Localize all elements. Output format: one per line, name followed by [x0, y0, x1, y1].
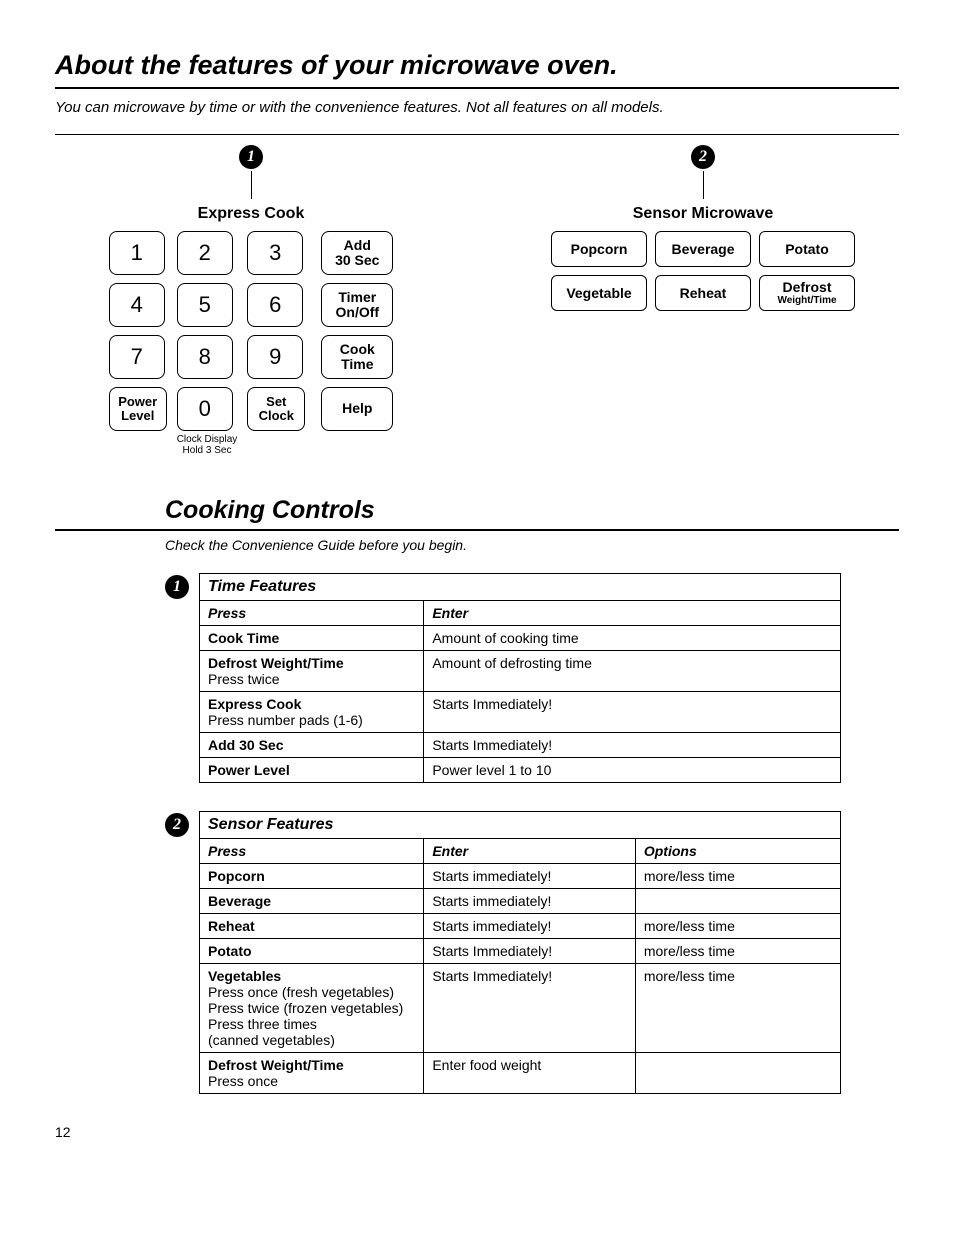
label: Set: [266, 395, 286, 409]
label: Cook: [340, 342, 375, 357]
key-beverage[interactable]: Beverage: [655, 231, 751, 267]
col-enter: Enter: [424, 839, 636, 864]
sensor-features-section: 2 Sensor Features Press Enter Options Po…: [55, 811, 899, 1094]
key-5[interactable]: 5: [177, 283, 233, 327]
callout-1: 1: [239, 145, 263, 169]
label: Timer: [338, 290, 376, 305]
col-press: Press: [200, 839, 424, 864]
express-cook-panel: 1 Express Cook 1 4 7 Power Level 2 5 8: [55, 145, 447, 456]
callout-line: [703, 171, 704, 199]
table-row: Express CookPress number pads (1-6) Star…: [200, 692, 841, 733]
sensor-microwave-title: Sensor Microwave: [633, 205, 774, 223]
express-cook-title: Express Cook: [198, 205, 305, 223]
page-title: About the features of your microwave ove…: [55, 50, 899, 89]
table-row: Defrost Weight/TimePress twice Amount of…: [200, 651, 841, 692]
key-6[interactable]: 6: [247, 283, 303, 327]
cooking-controls-title: Cooking Controls: [55, 496, 899, 531]
intro-text: You can microwave by time or with the co…: [55, 99, 899, 116]
label: Weight/Time: [777, 296, 836, 306]
table-row: Vegetables Press once (fresh vegetables)…: [200, 964, 841, 1053]
key-1[interactable]: 1: [109, 231, 165, 275]
key-help[interactable]: Help: [321, 387, 393, 431]
key-popcorn[interactable]: Popcorn: [551, 231, 647, 267]
label: Level: [121, 409, 154, 423]
key-9[interactable]: 9: [247, 335, 303, 379]
key-0[interactable]: 0: [177, 387, 233, 431]
key-vegetable[interactable]: Vegetable: [551, 275, 647, 311]
key-reheat[interactable]: Reheat: [655, 275, 751, 311]
table-row: Cook Time Amount of cooking time: [200, 626, 841, 651]
label: Clock: [259, 409, 294, 423]
panels: 1 Express Cook 1 4 7 Power Level 2 5 8: [55, 134, 899, 456]
table-row: PotatoStarts Immediately!more/less time: [200, 939, 841, 964]
label: 30 Sec: [335, 253, 379, 268]
label: Power: [118, 395, 157, 409]
table-row: Add 30 Sec Starts Immediately!: [200, 733, 841, 758]
time-features-table: Time Features Press Enter Cook Time Amou…: [199, 573, 841, 783]
key-timer[interactable]: Timer On/Off: [321, 283, 393, 327]
table-row: Power Level Power level 1 to 10: [200, 758, 841, 783]
keypad: 1 4 7 Power Level 2 5 8 0 Clock Display: [109, 231, 394, 456]
table-title: Sensor Features: [200, 812, 841, 839]
page-number: 12: [55, 1124, 899, 1140]
clock-display-hint: Clock Display Hold 3 Sec: [177, 434, 238, 456]
callout-2: 2: [691, 145, 715, 169]
time-features-section: 1 Time Features Press Enter Cook Time Am…: [55, 573, 899, 783]
key-4[interactable]: 4: [109, 283, 165, 327]
label: Add: [344, 238, 371, 253]
key-set-clock[interactable]: Set Clock: [247, 387, 305, 431]
label: Time: [341, 357, 373, 372]
callout-line: [251, 171, 252, 199]
sensor-grid: Popcorn Beverage Potato Vegetable Reheat…: [551, 231, 855, 311]
table-row: BeverageStarts immediately!: [200, 889, 841, 914]
key-8[interactable]: 8: [177, 335, 233, 379]
callout-1-table: 1: [165, 575, 189, 599]
key-add-30-sec[interactable]: Add 30 Sec: [321, 231, 393, 275]
key-cook-time[interactable]: Cook Time: [321, 335, 393, 379]
key-power-level[interactable]: Power Level: [109, 387, 167, 431]
key-3[interactable]: 3: [247, 231, 303, 275]
col-press: Press: [200, 601, 424, 626]
label: On/Off: [336, 305, 380, 320]
cooking-controls-note: Check the Convenience Guide before you b…: [55, 537, 899, 553]
col-options: Options: [635, 839, 840, 864]
key-2[interactable]: 2: [177, 231, 233, 275]
callout-2-table: 2: [165, 813, 189, 837]
table-row: PopcornStarts immediately!more/less time: [200, 864, 841, 889]
key-potato[interactable]: Potato: [759, 231, 855, 267]
table-row: ReheatStarts immediately!more/less time: [200, 914, 841, 939]
col-enter: Enter: [424, 601, 841, 626]
key-7[interactable]: 7: [109, 335, 165, 379]
label: Defrost: [782, 280, 831, 294]
table-row: Defrost Weight/TimePress once Enter food…: [200, 1053, 841, 1094]
table-title: Time Features: [200, 574, 841, 601]
key-defrost[interactable]: Defrost Weight/Time: [759, 275, 855, 311]
sensor-features-table: Sensor Features Press Enter Options Popc…: [199, 811, 841, 1094]
sensor-microwave-panel: 2 Sensor Microwave Popcorn Beverage Pota…: [507, 145, 899, 456]
